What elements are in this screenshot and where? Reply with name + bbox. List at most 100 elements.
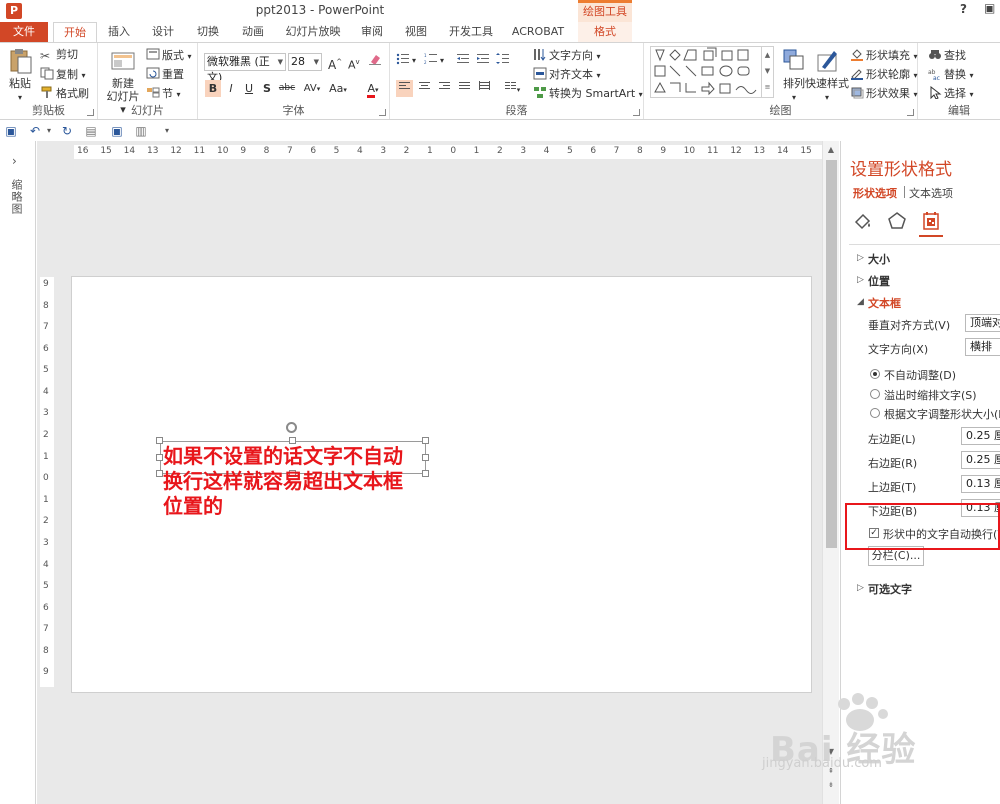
tab-file[interactable]: 文件 [0,22,48,42]
paragraph-launcher-icon[interactable] [633,109,640,116]
resize-handle[interactable] [422,470,429,477]
section-alt-text[interactable]: 可选文字 [868,581,912,597]
bullets-button[interactable]: ▾ [396,52,416,68]
resize-handle[interactable] [422,437,429,444]
font-size-combo[interactable]: 28 ▼ [288,53,322,71]
format-painter-button[interactable]: 格式刷 [40,86,89,101]
align-text-button[interactable]: 对齐文本 ▾ [533,67,601,83]
ribbon-display-options-icon[interactable]: ▣ [984,1,995,15]
autofit-resize-radio[interactable] [870,408,880,418]
decrease-indent-button[interactable] [456,52,472,67]
tab-home[interactable]: 开始 [53,22,97,43]
cut-button[interactable]: ✂ 剪切 [40,48,78,63]
tab-review[interactable]: 审阅 [357,22,387,42]
drawing-launcher-icon[interactable] [907,109,914,116]
bold-button[interactable]: B [205,80,221,97]
grow-font-button[interactable]: A^ [328,55,342,72]
copy-button[interactable]: 复制 ▾ [40,67,86,83]
chevron-right-icon[interactable]: › [12,154,17,168]
customize-toolbar-icon[interactable]: ▾ [160,124,174,138]
section-button[interactable]: 节 ▾ [146,86,181,102]
character-spacing-button[interactable]: AV▾ [300,80,324,97]
chevron-right-icon[interactable]: ▷ [857,253,864,263]
quick-styles-button[interactable]: 快速样式 ▾ [802,47,852,104]
clear-format-button[interactable] [368,53,384,68]
resize-handle[interactable] [156,470,163,477]
resize-handle[interactable] [289,437,296,444]
undo-dropdown-icon[interactable]: ▾ [42,124,56,138]
undo-icon[interactable]: ↶ [28,124,42,138]
columns-ribbon-button[interactable]: ▾ [500,80,524,97]
slide-text[interactable]: 如果不设置的话文字不自动换行这样就容易超出文本框位置的 [163,444,413,519]
tab-transitions[interactable]: 切换 [193,22,223,42]
chevron-down-icon[interactable]: ◢ [857,297,864,307]
start-from-beginning-icon[interactable]: ▤ [84,124,98,138]
vertical-align-combo[interactable]: 顶端对 [965,314,1000,332]
align-right-button[interactable] [436,80,453,97]
size-properties-icon[interactable] [921,211,941,231]
resize-handle[interactable] [156,454,163,461]
help-button[interactable]: ? [960,2,967,16]
reset-button[interactable]: 重置 [146,67,184,82]
slide-canvas[interactable]: 如果不设置的话文字不自动换行这样就容易超出文本框位置的 [71,276,812,693]
line-spacing-button[interactable] [496,52,512,67]
section-textbox[interactable]: 文本框 [868,295,901,311]
tab-text-options[interactable]: 文本选项 [909,185,953,201]
tab-animations[interactable]: 动画 [238,22,268,42]
redo-icon[interactable]: ↻ [60,124,74,138]
shape-effects-button[interactable]: 形状效果 ▾ [850,86,918,102]
tab-shape-options[interactable]: 形状选项 [853,185,897,201]
find-button[interactable]: 查找 [928,48,966,63]
margin-left-input[interactable]: 0.25 厘 [961,427,1000,445]
shape-outline-button[interactable]: 形状轮廓 ▾ [850,67,918,83]
numbering-button[interactable]: 1 2 ▾ [424,52,444,68]
italic-button[interactable]: I [223,80,239,97]
tab-view[interactable]: 视图 [401,22,431,42]
resize-handle[interactable] [422,454,429,461]
font-color-button[interactable]: A▾ [362,80,384,98]
increase-indent-button[interactable] [476,52,492,67]
tab-format[interactable]: 格式 [578,22,632,42]
font-launcher-icon[interactable] [379,109,386,116]
section-position[interactable]: 位置 [868,273,890,289]
distributed-button[interactable] [476,80,493,97]
margin-right-input[interactable]: 0.25 厘 [961,451,1000,469]
tab-acrobat[interactable]: ACROBAT [510,22,566,42]
text-direction-button[interactable]: 文字方向 ▾ [533,48,601,64]
tab-design[interactable]: 设计 [148,22,178,42]
underline-button[interactable]: U [241,80,257,97]
tab-insert[interactable]: 插入 [104,22,134,42]
align-center-button[interactable] [416,80,433,97]
save-icon[interactable]: ▣ [4,124,18,138]
print-preview-icon[interactable]: ▥ [134,124,148,138]
chevron-right-icon[interactable]: ▷ [857,275,864,285]
change-case-button[interactable]: Aa▾ [326,80,350,97]
paste-button[interactable]: 粘贴 ▾ [4,47,36,104]
shape-fill-button[interactable]: 形状填充 ▾ [850,48,918,64]
resize-handle[interactable] [156,437,163,444]
align-left-button[interactable] [396,80,413,97]
shapes-gallery-scroll[interactable]: ▲ ▼ ≡ [762,46,774,98]
shapes-gallery[interactable] [650,46,762,98]
shadow-button[interactable]: S [259,80,275,97]
tab-slideshow[interactable]: 幻灯片放映 [283,22,343,42]
fill-line-icon[interactable] [853,211,873,231]
effects-icon[interactable] [887,211,907,231]
clipboard-launcher-icon[interactable] [87,109,94,116]
scrollbar-thumb[interactable] [826,160,837,548]
smartart-button[interactable]: 转换为 SmartArt ▾ [533,86,643,102]
chevron-right-icon[interactable]: ▷ [857,583,864,593]
rotate-handle-icon[interactable] [286,422,297,433]
scroll-up-icon[interactable]: ▲ [826,145,836,155]
autofit-none-radio[interactable] [870,369,880,379]
layout-button[interactable]: 版式 ▾ [146,48,192,64]
margin-top-input[interactable]: 0.13 厘 [961,475,1000,493]
font-name-combo[interactable]: 微软雅黑 (正文) ▼ [204,53,286,84]
text-direction-combo[interactable]: 横排 [965,338,1000,356]
autofit-shrink-radio[interactable] [870,389,880,399]
save-as-icon[interactable]: ▣ [110,124,124,138]
strikethrough-button[interactable]: abc [277,80,297,97]
select-button[interactable]: 选择 ▾ [928,86,974,102]
section-size[interactable]: 大小 [868,251,890,267]
replace-button[interactable]: ab ac 替换 ▾ [928,67,974,83]
